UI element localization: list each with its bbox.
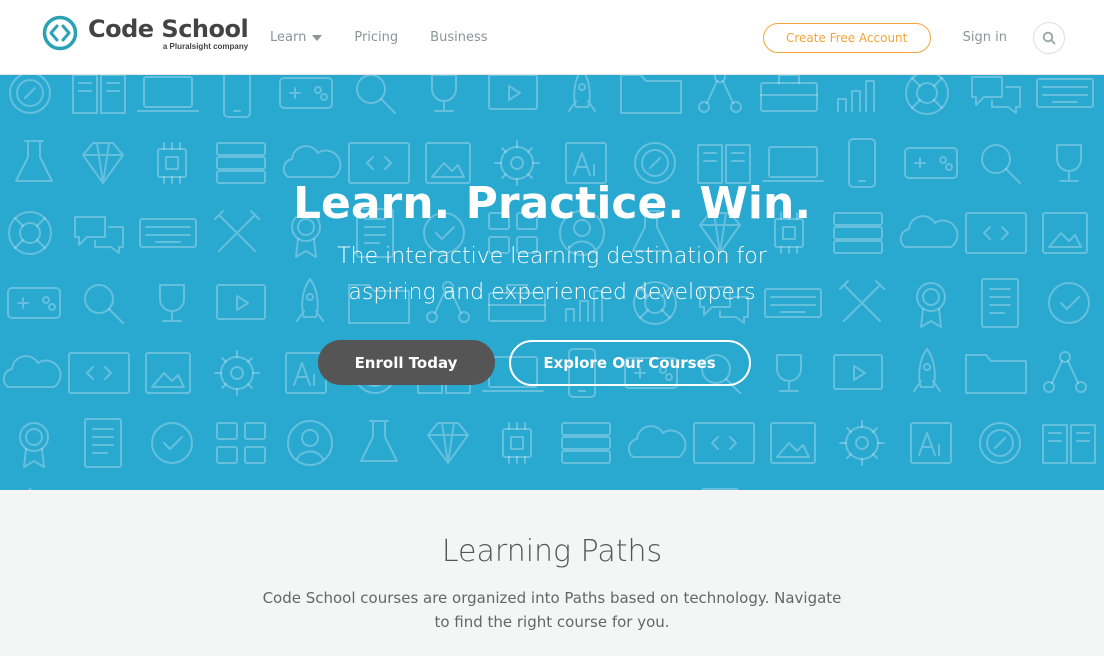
learning-paths-section: Learning Paths Code School courses are o… (0, 490, 1104, 656)
search-icon (1042, 31, 1056, 44)
nav-business[interactable]: Business (430, 30, 487, 45)
learning-paths-description: Code School courses are organized into P… (0, 586, 1104, 634)
hero-subtitle: The interactive learning destination for… (0, 239, 1104, 311)
signin-link[interactable]: Sign in (963, 30, 1007, 45)
nav-learn-label: Learn (270, 30, 307, 45)
code-brackets-icon (42, 15, 78, 51)
header-actions: Create Free Account Sign in (762, 0, 1065, 75)
search-button[interactable] (1033, 21, 1065, 54)
create-account-button[interactable]: Create Free Account (762, 22, 931, 53)
learning-paths-desc-line1: Code School courses are organized into P… (262, 589, 842, 607)
nav-pricing-label: Pricing (354, 30, 399, 45)
learning-paths-desc-line2: to find the right course for you. (434, 613, 670, 631)
explore-courses-button[interactable]: Explore Our Courses (508, 340, 751, 386)
main-nav: Learn Pricing Business (270, 0, 520, 75)
site-header: Code School a Pluralsight company Learn … (0, 0, 1104, 75)
brand-text: Code School a Pluralsight company (88, 14, 249, 51)
nav-learn[interactable]: Learn (270, 30, 323, 45)
brand-logo[interactable]: Code School a Pluralsight company (42, 14, 249, 51)
learning-paths-title: Learning Paths (441, 534, 663, 569)
hero-buttons: Enroll Today Explore Our Courses (0, 340, 1104, 386)
hero-subtitle-line1: The interactive learning destination for (337, 244, 767, 269)
brand-tagline: a Pluralsight company (162, 41, 249, 51)
hero-title: Learn. Practice. Win. (292, 178, 812, 229)
hero-section: Learn. Practice. Win. The interactive le… (0, 75, 1104, 490)
chevron-down-icon (312, 34, 323, 41)
nav-pricing[interactable]: Pricing (354, 30, 398, 45)
brand-name: Code School (88, 14, 249, 43)
nav-business-label: Business (430, 30, 488, 45)
hero-content: Learn. Practice. Win. The interactive le… (0, 75, 1104, 490)
hero-subtitle-line2: aspiring and experienced developers (348, 280, 756, 305)
enroll-today-button[interactable]: Enroll Today (317, 340, 495, 385)
